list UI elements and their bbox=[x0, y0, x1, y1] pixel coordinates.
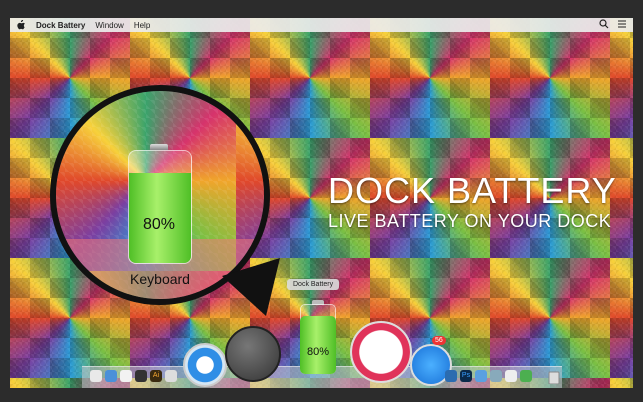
menu-bar: Dock Battery Window Help bbox=[10, 18, 633, 32]
menu-window[interactable]: Window bbox=[95, 21, 123, 30]
battery-body bbox=[128, 150, 192, 264]
illustrator-icon[interactable]: Ai bbox=[150, 370, 162, 382]
dock-right-icons: Ps bbox=[445, 370, 532, 382]
headline-subtitle: LIVE BATTERY ON YOUR DOCK bbox=[328, 211, 612, 231]
notes-icon[interactable] bbox=[120, 370, 132, 382]
menu-help[interactable]: Help bbox=[134, 21, 150, 30]
app-store-badge: 56 bbox=[432, 336, 446, 345]
app-icon-4[interactable] bbox=[520, 370, 532, 382]
battery-percent-large: 80% bbox=[142, 216, 176, 233]
dock-tooltip: Dock Battery bbox=[287, 279, 340, 290]
frame: Dock Battery Window Help DOCK BATTERY LI… bbox=[0, 0, 643, 402]
search-icon[interactable] bbox=[599, 19, 609, 29]
dock-battery-fill bbox=[300, 316, 336, 374]
headline: DOCK BATTERY LIVE BATTERY ON YOUR DOCK bbox=[328, 173, 617, 232]
dock-battery-percent: 80% bbox=[306, 346, 330, 358]
itunes-icon[interactable] bbox=[350, 321, 412, 383]
app-icon-2[interactable] bbox=[490, 370, 502, 382]
app-icon-3[interactable] bbox=[505, 370, 517, 382]
menu-app-name[interactable]: Dock Battery bbox=[36, 21, 85, 30]
calendar-icon[interactable] bbox=[135, 370, 147, 382]
photoshop-icon[interactable]: Ps bbox=[460, 370, 472, 382]
finder-icon[interactable] bbox=[90, 370, 102, 382]
photos-icon[interactable] bbox=[165, 370, 177, 382]
menu-bar-extras bbox=[599, 19, 627, 29]
dock-battery-icon[interactable]: 80% keyboard bbox=[296, 300, 340, 380]
apple-icon[interactable] bbox=[16, 20, 26, 30]
launchpad-icon[interactable] bbox=[225, 326, 281, 382]
menu-list-icon[interactable] bbox=[617, 19, 627, 29]
mail-icon[interactable] bbox=[105, 370, 117, 382]
dock-left-icons: Ai bbox=[90, 370, 177, 382]
battery-large: 80% bbox=[128, 144, 192, 264]
safari-icon[interactable] bbox=[183, 343, 227, 387]
headline-title: DOCK BATTERY bbox=[328, 170, 617, 211]
globe-icon[interactable] bbox=[445, 370, 457, 382]
app-icon-1[interactable] bbox=[475, 370, 487, 382]
trash-icon[interactable] bbox=[548, 370, 560, 384]
desktop-screen: Dock Battery Window Help DOCK BATTERY LI… bbox=[10, 18, 633, 388]
pointer-arrow-icon bbox=[222, 258, 280, 316]
